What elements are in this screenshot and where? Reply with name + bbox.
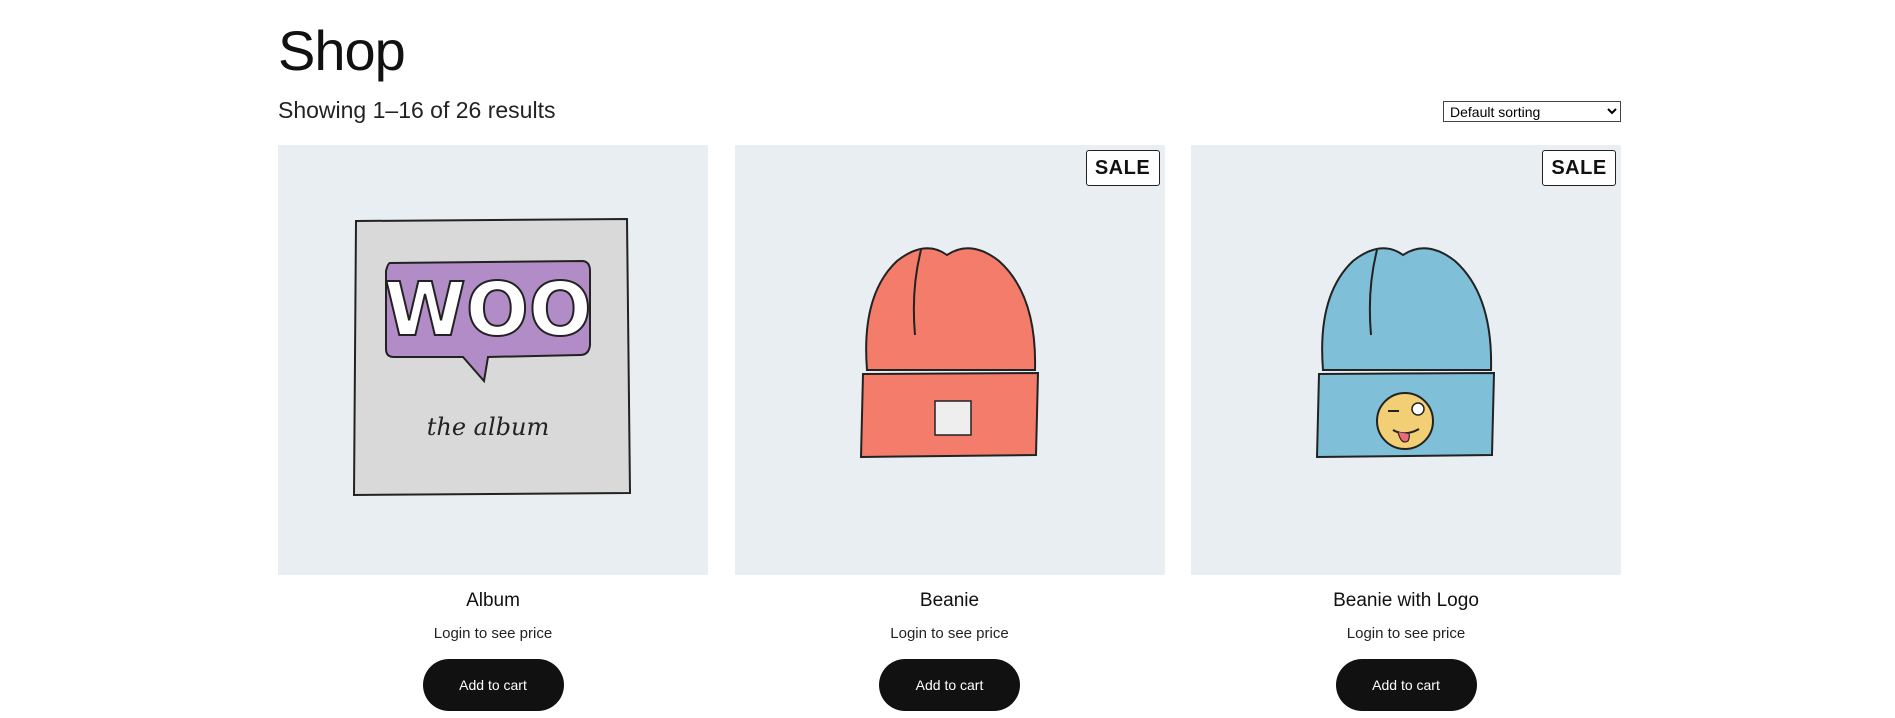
album-woo-text: WOO	[384, 267, 591, 353]
product-card-beanie: SALE Beanie Login to see price Add to ca…	[734, 145, 1165, 711]
product-image-album[interactable]: WOO the album	[278, 145, 708, 575]
price-note: Login to see price	[433, 625, 553, 642]
shop-page: Shop Showing 1–16 of 26 results Default …	[278, 0, 1621, 718]
add-to-cart-button[interactable]: Add to cart	[422, 659, 564, 711]
sort-dropdown[interactable]: Default sorting	[1443, 101, 1621, 122]
product-name[interactable]: Beanie	[920, 588, 979, 614]
price-note: Login to see price	[1346, 625, 1466, 642]
orange-beanie-icon	[859, 247, 1039, 459]
product-name[interactable]: Beanie with Logo	[1333, 588, 1479, 614]
page-title: Shop	[278, 19, 406, 82]
product-card-album: WOO the album Album Login to see price A…	[278, 145, 708, 711]
product-grid: WOO the album Album Login to see price A…	[278, 145, 1621, 711]
product-image-beanie[interactable]: SALE	[734, 145, 1165, 575]
woo-album-icon: WOO the album	[352, 217, 632, 497]
add-to-cart-button[interactable]: Add to cart	[1335, 659, 1477, 711]
add-to-cart-button[interactable]: Add to cart	[879, 659, 1020, 711]
product-card-beanie-with-logo: SALE Beanie with Logo Login to see price…	[1191, 145, 1621, 711]
product-image-beanie-with-logo[interactable]: SALE	[1191, 145, 1621, 575]
result-count: Showing 1–16 of 26 results	[278, 97, 556, 123]
blue-beanie-icon	[1315, 247, 1496, 459]
product-name[interactable]: Album	[466, 588, 520, 614]
sale-badge: SALE	[1085, 150, 1160, 186]
sale-badge: SALE	[1542, 150, 1616, 186]
album-subtitle-text: the album	[427, 413, 550, 441]
price-note: Login to see price	[890, 625, 1009, 642]
